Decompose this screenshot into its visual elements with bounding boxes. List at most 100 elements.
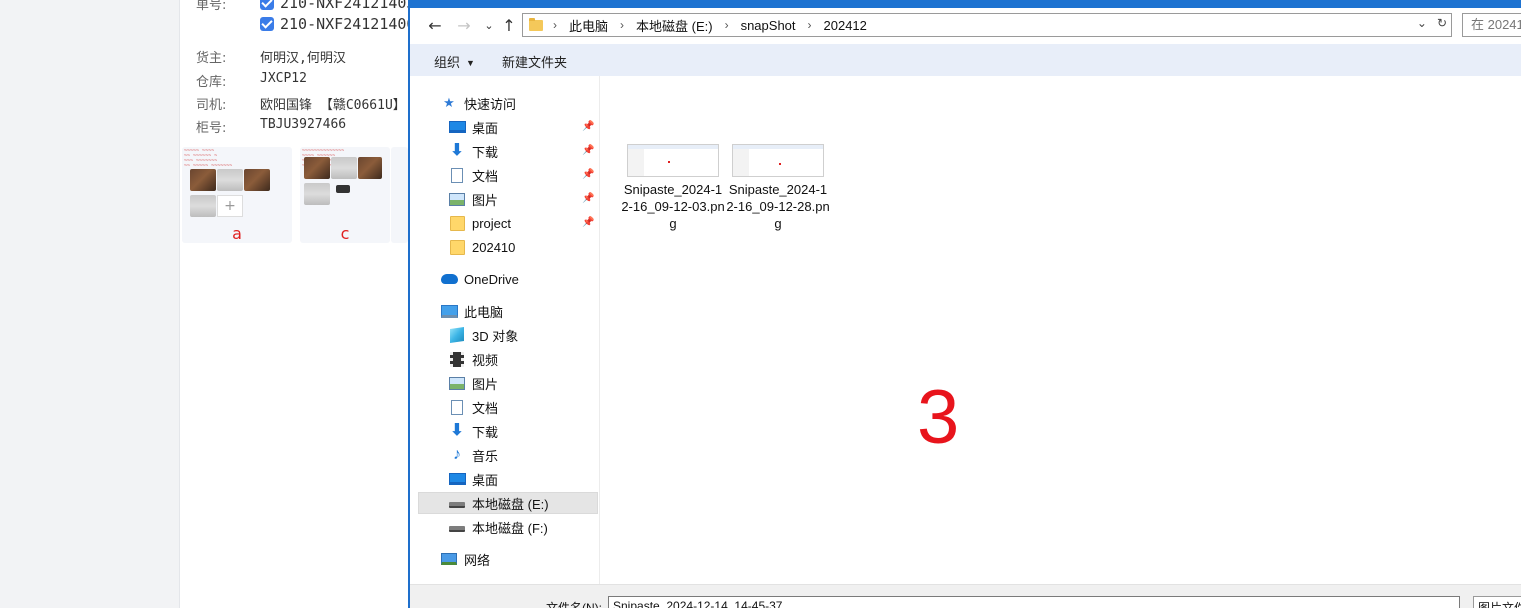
pin-icon[interactable]: 📌 xyxy=(582,121,594,132)
nav-item-project[interactable]: project xyxy=(448,212,511,234)
order-checkbox-1[interactable] xyxy=(260,0,274,10)
order-number-1: 210-NXF24121403 xyxy=(280,0,416,12)
nav-label: 3D 对象 xyxy=(472,328,519,344)
forward-arrow-icon[interactable]: → xyxy=(455,16,473,36)
document-icon xyxy=(448,167,466,183)
breadcrumb-drive-e[interactable]: 本地磁盘 (E:) xyxy=(636,16,713,35)
pin-icon[interactable]: 📌 xyxy=(582,169,594,180)
order-number-2: 210-NXF241214009 xyxy=(280,15,425,33)
file-item[interactable]: Snipaste_2024-12-16_09-12-28.png xyxy=(726,144,830,232)
dialog-footer: 文件名(N): Snipaste_2024-12-14_14-45-37 图片文… xyxy=(410,584,1521,608)
breadcrumb-separator[interactable]: › xyxy=(620,18,624,32)
nav-item-documents[interactable]: 文档 xyxy=(448,164,498,186)
breadcrumb-snapshot[interactable]: snapShot xyxy=(741,18,796,33)
owner-row: 货主: 何明汉,何明汉 xyxy=(196,47,346,66)
photo-thumbnail[interactable] xyxy=(244,169,270,191)
breadcrumb-202412[interactable]: 202412 xyxy=(824,18,867,33)
file-item[interactable]: Snipaste_2024-12-16_09-12-03.png xyxy=(621,144,725,232)
photo-thumbnail[interactable] xyxy=(304,157,330,179)
picture-icon xyxy=(448,375,466,391)
nav-label: 图片 xyxy=(472,376,499,392)
nav-item-pictures[interactable]: 图片 xyxy=(448,188,498,210)
filetype-select[interactable]: 图片文件 xyxy=(1473,596,1521,608)
driver-label: 司机: xyxy=(196,98,227,113)
network-icon xyxy=(440,551,458,567)
pin-icon[interactable]: 📌 xyxy=(582,217,594,228)
photo-thumbnail[interactable] xyxy=(304,183,330,205)
nav-item-202410[interactable]: 202410 xyxy=(448,236,515,258)
photo-thumbnail[interactable] xyxy=(217,169,243,191)
new-folder-button[interactable]: 新建文件夹 xyxy=(502,52,567,71)
warehouse-value: JXCP12 xyxy=(260,71,307,86)
page-left-gutter xyxy=(0,0,179,608)
nav-item-desktop[interactable]: 桌面 xyxy=(448,116,498,138)
order-row-1[interactable]: 210-NXF24121403 xyxy=(260,0,415,12)
folder-icon xyxy=(529,17,543,31)
photo-thumbnail[interactable] xyxy=(190,169,216,191)
owner-value: 何明汉,何明汉 xyxy=(260,51,346,66)
dialog-title-bar[interactable] xyxy=(410,0,1521,8)
navigation-pane: ★ 快速访问 桌面 📌 ⬇ 下载 📌 文档 📌 图片 📌 project 📌 2… xyxy=(410,76,600,584)
nav-item-downloads-pc[interactable]: ⬇ 下载 xyxy=(448,420,498,442)
command-bar: 组织 ▼ 新建文件夹 xyxy=(410,44,1521,76)
file-list-area[interactable]: Snipaste_2024-12-16_09-12-03.png Snipast… xyxy=(601,76,1521,584)
photo-card-partial xyxy=(391,147,408,243)
breadcrumb-this-pc[interactable]: 此电脑 xyxy=(569,16,608,35)
picture-icon xyxy=(448,191,466,207)
nav-item-documents-pc[interactable]: 文档 xyxy=(448,396,498,418)
search-input[interactable]: 在 202412 中搜索 xyxy=(1462,13,1521,37)
nav-label: 桌面 xyxy=(472,120,499,136)
3d-objects-icon xyxy=(448,327,466,343)
order-checkbox-2[interactable] xyxy=(260,17,274,31)
drive-icon xyxy=(448,519,466,535)
nav-this-pc[interactable]: 此电脑 xyxy=(440,300,503,322)
photo-thumbnail[interactable] xyxy=(190,195,216,217)
nav-item-downloads[interactable]: ⬇ 下载 xyxy=(448,140,498,162)
nav-item-desktop-pc[interactable]: 桌面 xyxy=(448,468,498,490)
card-caption-c: c xyxy=(340,224,350,243)
organize-menu-button[interactable]: 组织 ▼ xyxy=(434,52,475,71)
navigation-bar: ← → ⌄ ↑ › 此电脑 › 本地磁盘 (E:) › snapShot › 2… xyxy=(410,8,1521,44)
nav-label: 本地磁盘 (F:) xyxy=(472,520,548,536)
recent-dropdown-icon[interactable]: ⌄ xyxy=(480,16,498,36)
card-caption-a: a xyxy=(232,224,242,243)
back-arrow-icon[interactable]: ← xyxy=(426,16,444,36)
address-dropdown-icon[interactable]: ⌄ xyxy=(1417,16,1427,30)
nav-network[interactable]: 网络 xyxy=(440,548,490,570)
file-open-dialog: ← → ⌄ ↑ › 此电脑 › 本地磁盘 (E:) › snapShot › 2… xyxy=(408,0,1521,608)
organize-label: 组织 xyxy=(434,55,461,70)
nav-quick-access[interactable]: ★ 快速访问 xyxy=(440,92,516,114)
refresh-icon[interactable]: ↻ xyxy=(1437,16,1447,30)
nav-item-3d-objects[interactable]: 3D 对象 xyxy=(448,324,518,346)
breadcrumb-separator[interactable]: › xyxy=(553,18,557,32)
add-photo-button[interactable]: + xyxy=(217,195,243,217)
nav-item-videos[interactable]: 视频 xyxy=(448,348,498,370)
nav-onedrive[interactable]: OneDrive xyxy=(440,268,519,290)
image-thumbnail xyxy=(732,144,824,177)
nav-label: 桌面 xyxy=(472,472,499,488)
cloud-icon xyxy=(440,271,458,287)
nav-label: 音乐 xyxy=(472,448,499,464)
pin-icon[interactable]: 📌 xyxy=(582,145,594,156)
nav-label: 网络 xyxy=(464,552,491,568)
nav-label: 视频 xyxy=(472,352,499,368)
warehouse-label: 仓库: xyxy=(196,75,227,90)
up-arrow-icon[interactable]: ↑ xyxy=(500,16,518,36)
warehouse-row: 仓库: JXCP12 xyxy=(196,71,307,90)
breadcrumb-separator[interactable]: › xyxy=(725,18,729,32)
photo-thumbnail[interactable] xyxy=(358,157,382,179)
breadcrumb-separator[interactable]: › xyxy=(808,18,812,32)
nav-item-pictures-pc[interactable]: 图片 xyxy=(448,372,498,394)
address-bar[interactable]: › 此电脑 › 本地磁盘 (E:) › snapShot › 202412 ⌄ … xyxy=(522,13,1452,37)
nav-item-drive-f[interactable]: 本地磁盘 (F:) xyxy=(448,516,548,538)
driver-row: 司机: 欧阳国锋 【赣C0661U】 xyxy=(196,94,406,113)
photo-thumbnail[interactable] xyxy=(331,157,357,179)
pin-icon[interactable]: 📌 xyxy=(582,193,594,204)
nav-label: 图片 xyxy=(472,192,499,208)
order-row-2[interactable]: 210-NXF241214009 xyxy=(260,15,425,33)
nav-item-drive-e[interactable]: 本地磁盘 (E:) xyxy=(418,492,598,514)
nav-item-music[interactable]: ♪ 音乐 xyxy=(448,444,498,466)
filename-label: 文件名(N): xyxy=(546,601,602,608)
filename-input[interactable]: Snipaste_2024-12-14_14-45-37 xyxy=(608,596,1460,608)
drive-icon xyxy=(448,495,466,511)
